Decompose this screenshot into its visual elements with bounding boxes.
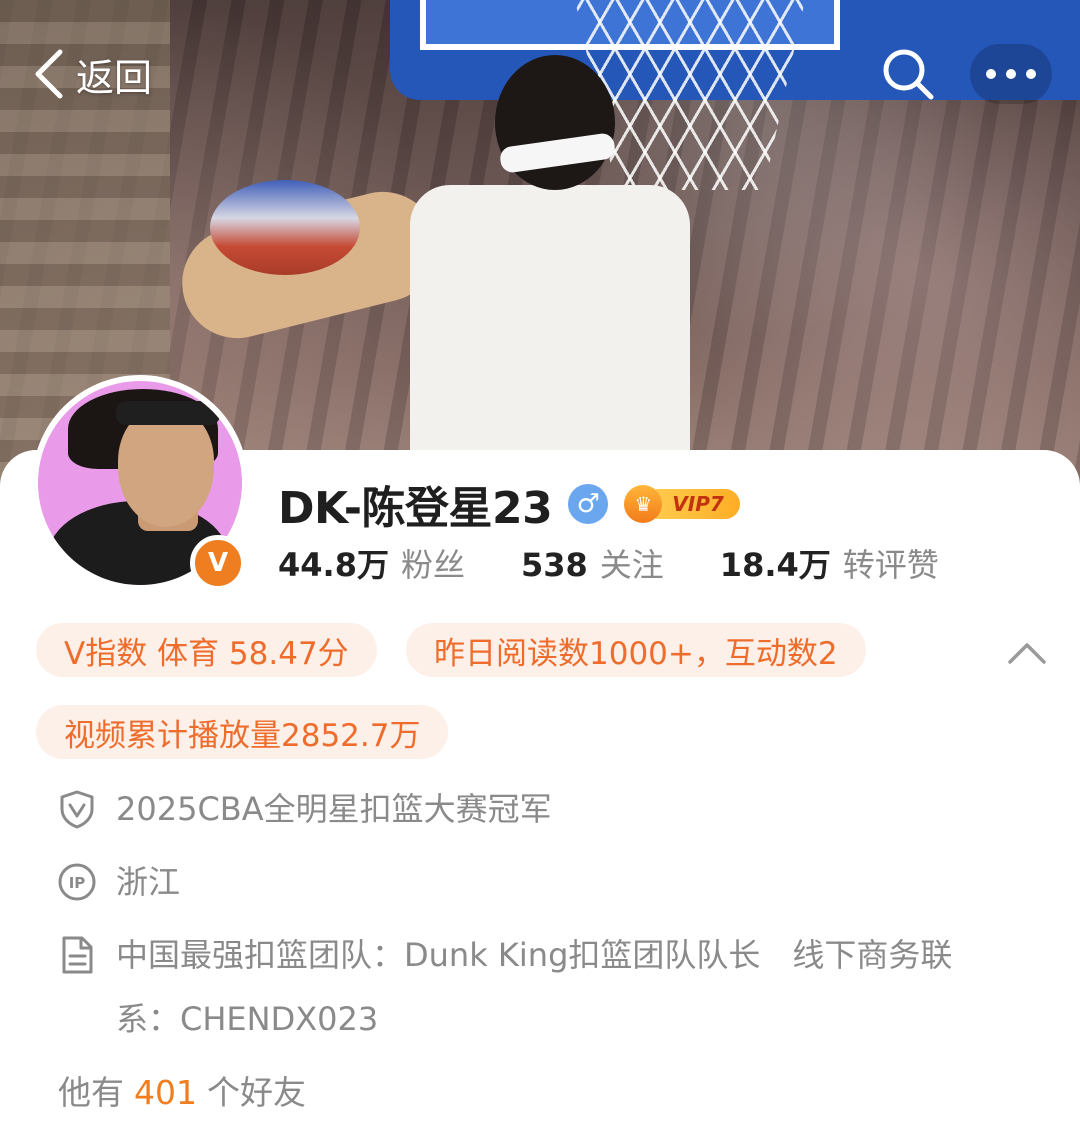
ip-location-row: IP 浙江 (56, 861, 180, 914)
vip-badge[interactable]: ♛ VIP7 (624, 485, 740, 523)
friends-count-link[interactable]: 他有 401 个好友 (58, 1066, 306, 1114)
top-navigation-bar: 返回 (0, 38, 1080, 110)
stat-followers[interactable]: 44.8万 粉丝 (278, 540, 465, 586)
v-index-chip[interactable]: V指数 体育 58.47分 (36, 623, 377, 677)
bio-row: 中国最强扣篮团队：Dunk King扣篮团队队长 线下商务联系：CHENDX02… (56, 934, 1036, 1051)
friends-suffix: 个好友 (207, 1073, 306, 1112)
document-icon (62, 936, 93, 974)
back-label: 返回 (76, 55, 153, 100)
back-button[interactable]: 返回 (30, 42, 152, 106)
ip-location-icon: IP (58, 863, 96, 901)
cover-player-jersey (410, 185, 690, 485)
vip-level-label: VIP7 (654, 489, 740, 519)
friends-count: 401 (134, 1073, 197, 1112)
svg-text:IP: IP (69, 874, 86, 892)
stat-following[interactable]: 538 关注 (521, 540, 664, 586)
stat-label: 转评赞 (842, 546, 939, 584)
verified-badge-icon: V (190, 535, 246, 591)
stat-value: 18.4万 (719, 546, 831, 584)
search-icon[interactable] (876, 42, 940, 106)
chevron-left-icon (35, 49, 63, 99)
stat-value: 44.8万 (278, 546, 389, 584)
stat-value: 538 (520, 546, 588, 584)
avatar-headband (116, 401, 220, 425)
stat-label: 粉丝 (400, 546, 465, 584)
male-gender-icon: ♂ (568, 484, 609, 524)
verification-row: 2025CBA全明星扣篮大赛冠军 (56, 788, 552, 841)
yesterday-reads-chip[interactable]: 昨日阅读数1000+，互动数2 (406, 623, 866, 677)
stats-row: 44.8万 粉丝 538 关注 18.4万 转评赞 (278, 540, 939, 586)
more-options-button[interactable] (970, 44, 1052, 104)
stat-label: 关注 (599, 546, 664, 584)
chevron-up-icon[interactable] (1002, 632, 1052, 672)
username: DK-陈登星23 (278, 483, 553, 534)
verification-text: 2025CBA全明星扣篮大赛冠军 (116, 790, 552, 828)
name-row: DK-陈登星23 ♂ ♛ VIP7 (278, 474, 740, 534)
friends-prefix: 他有 (58, 1073, 124, 1112)
stat-reposts-comments-likes[interactable]: 18.4万 转评赞 (720, 540, 939, 586)
video-plays-chip[interactable]: 视频累计播放量2852.7万 (36, 705, 449, 759)
avatar-face (118, 407, 214, 527)
bio-text: 中国最强扣篮团队：Dunk King扣篮团队队长 线下商务联系：CHENDX02… (116, 936, 953, 1038)
cover-basketball (210, 180, 360, 275)
ip-location-text: 浙江 (116, 863, 181, 901)
shield-v-icon (60, 790, 94, 829)
more-dots-icon (986, 69, 1036, 79)
